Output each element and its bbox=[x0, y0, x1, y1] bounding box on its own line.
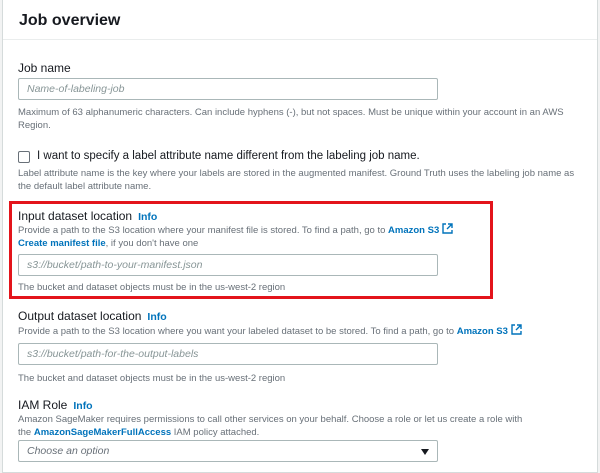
iam-role-description-prefix: the bbox=[18, 427, 32, 438]
input-dataset-description-text: Provide a path to the S3 location where … bbox=[18, 225, 386, 236]
external-link-icon[interactable] bbox=[511, 324, 522, 335]
amazon-s3-link[interactable]: Amazon S3 bbox=[388, 225, 439, 236]
label-attribute-description: Label attribute name is the key where yo… bbox=[18, 168, 575, 192]
panel-header: Job overview bbox=[3, 0, 597, 40]
input-dataset-hint: The bucket and dataset objects must be i… bbox=[18, 282, 286, 293]
output-dataset-description: Provide a path to the S3 location where … bbox=[18, 324, 593, 338]
input-dataset-description: Provide a path to the S3 location where … bbox=[18, 223, 488, 250]
iam-role-select[interactable]: Choose an option bbox=[18, 440, 438, 462]
output-dataset-label: Output dataset location Info bbox=[18, 309, 167, 323]
iam-role-select-value: Choose an option bbox=[27, 445, 110, 457]
label-attribute-checkbox-label[interactable]: I want to specify a label attribute name… bbox=[37, 150, 420, 162]
create-manifest-link[interactable]: Create manifest file bbox=[18, 238, 106, 249]
input-dataset-info-link[interactable]: Info bbox=[138, 211, 157, 223]
input-dataset-label: Input dataset location Info bbox=[18, 209, 157, 223]
iam-role-description: Amazon SageMaker requires permissions to… bbox=[18, 413, 593, 439]
panel-title: Job overview bbox=[19, 12, 121, 29]
iam-role-description-suffix: IAM policy attached. bbox=[173, 427, 260, 438]
iam-role-label: IAM Role Info bbox=[18, 398, 93, 412]
job-name-label: Job name bbox=[18, 61, 71, 75]
amazon-s3-link-output[interactable]: Amazon S3 bbox=[457, 326, 508, 337]
create-manifest-suffix: , if you don't have one bbox=[105, 238, 199, 249]
output-dataset-info-link[interactable]: Info bbox=[147, 311, 166, 323]
iam-role-description-line1: Amazon SageMaker requires permissions to… bbox=[18, 414, 523, 425]
label-attribute-checkbox[interactable] bbox=[18, 151, 30, 163]
input-dataset-input[interactable] bbox=[18, 254, 438, 276]
iam-role-info-link[interactable]: Info bbox=[73, 400, 92, 412]
output-dataset-description-text: Provide a path to the S3 location where … bbox=[18, 326, 455, 337]
external-link-icon[interactable] bbox=[442, 223, 453, 234]
job-name-input[interactable] bbox=[18, 78, 438, 100]
chevron-down-icon bbox=[421, 449, 429, 455]
output-dataset-hint: The bucket and dataset objects must be i… bbox=[18, 373, 286, 384]
job-name-description: Maximum of 63 alphanumeric characters. C… bbox=[18, 107, 564, 131]
input-dataset-label-text: Input dataset location bbox=[18, 209, 133, 223]
output-dataset-input[interactable] bbox=[18, 343, 438, 365]
output-dataset-label-text: Output dataset location bbox=[18, 309, 142, 323]
policy-link[interactable]: AmazonSageMakerFullAccess bbox=[34, 427, 171, 438]
iam-role-label-text: IAM Role bbox=[18, 398, 68, 412]
